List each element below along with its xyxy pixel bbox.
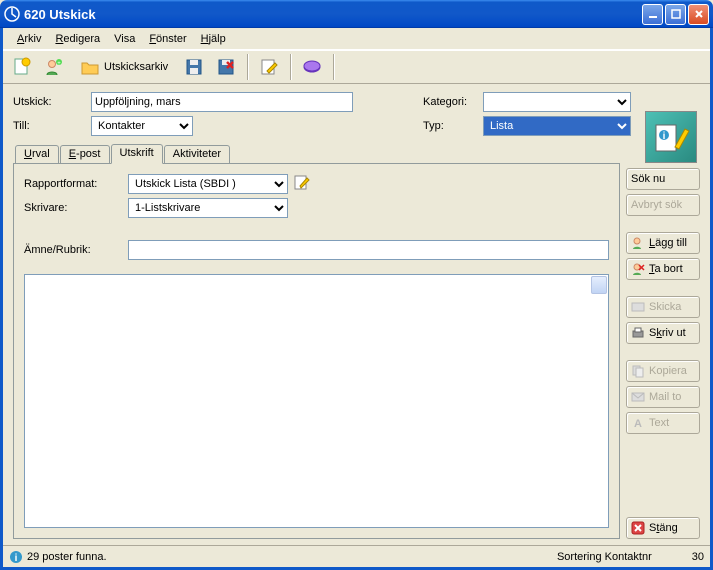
skrivare-label: Skrivare: <box>24 202 128 214</box>
utskicksarkiv-label: Utskicksarkiv <box>104 61 168 73</box>
add-user-icon[interactable]: + <box>41 54 67 80</box>
tab-urval[interactable]: Urval <box>15 145 59 163</box>
tab-panel-utskrift: Rapportformat: Utskick Lista (SBDI ) Skr… <box>13 163 620 539</box>
window-title: 620 Utskick <box>24 7 642 22</box>
mailto-button: Mail to <box>626 386 700 408</box>
svg-text:+: + <box>57 61 61 67</box>
app-icon <box>4 6 20 22</box>
tab-epost[interactable]: E-post <box>60 145 110 163</box>
status-count: 30 <box>692 551 704 563</box>
body-textarea[interactable] <box>24 274 609 528</box>
svg-text:i: i <box>15 553 18 564</box>
sok-nu-button[interactable]: Sök nu <box>626 168 700 190</box>
user-add-icon <box>631 236 645 250</box>
menu-fonster[interactable]: Fönster <box>143 31 192 47</box>
send-icon <box>631 300 645 314</box>
status-info-icon: i <box>9 550 23 564</box>
till-select[interactable]: Kontakter <box>91 116 193 136</box>
tab-aktiviteter[interactable]: Aktiviteter <box>164 145 230 163</box>
delete-icon[interactable] <box>213 54 239 80</box>
utskick-input[interactable] <box>91 92 353 112</box>
edit-icon[interactable] <box>256 54 282 80</box>
edit-report-icon[interactable] <box>294 175 310 194</box>
status-message: 29 poster funna. <box>27 551 557 563</box>
copy-icon <box>631 364 645 378</box>
close-icon <box>631 521 645 535</box>
text-icon: A <box>631 416 645 430</box>
minimize-button[interactable] <box>642 4 663 25</box>
menubar: Arkiv Redigera Visa Fönster Hjälp <box>3 28 710 50</box>
svg-text:A: A <box>634 418 642 430</box>
menu-hjalp[interactable]: Hjälp <box>195 31 232 47</box>
amne-input[interactable] <box>128 240 609 260</box>
menu-arkiv[interactable]: Arkiv <box>11 31 47 47</box>
section-illustration: i <box>645 111 697 163</box>
action-sidebar: Sök nu Avbryt sök Lägg till Ta bort Skic… <box>626 144 700 539</box>
utskicksarkiv-button[interactable]: Utskicksarkiv <box>73 54 175 80</box>
mail-icon <box>631 390 645 404</box>
typ-select[interactable]: Lista <box>483 116 631 136</box>
titlebar: 620 Utskick <box>0 0 713 28</box>
skrivare-select[interactable]: 1-Listskrivare <box>128 198 288 218</box>
scrollbar-thumb[interactable] <box>591 276 607 294</box>
save-icon[interactable] <box>181 54 207 80</box>
rapportformat-select[interactable]: Utskick Lista (SBDI ) <box>128 174 288 194</box>
svg-text:i: i <box>663 131 666 142</box>
utskick-label: Utskick: <box>13 96 91 108</box>
tab-utskrift[interactable]: Utskrift <box>111 144 163 164</box>
ta-bort-button[interactable]: Ta bort <box>626 258 700 280</box>
close-button[interactable] <box>688 4 709 25</box>
menu-redigera[interactable]: Redigera <box>49 31 106 47</box>
printer-icon <box>631 326 645 340</box>
status-sort: Sortering Kontaktnr <box>557 551 652 563</box>
typ-label: Typ: <box>423 120 483 132</box>
kopiera-button: Kopiera <box>626 360 700 382</box>
rapportformat-label: Rapportformat: <box>24 178 128 190</box>
header-fields: Utskick: Kategori: Till: Kontakter Typ: … <box>3 84 710 144</box>
kategori-label: Kategori: <box>423 96 483 108</box>
user-remove-icon <box>631 262 645 276</box>
maximize-button[interactable] <box>665 4 686 25</box>
amne-label: Ämne/Rubrik: <box>24 244 128 256</box>
toolbar: + Utskicksarkiv <box>3 50 710 84</box>
menu-visa[interactable]: Visa <box>108 31 141 47</box>
till-label: Till: <box>13 120 91 132</box>
stang-button[interactable]: Stäng <box>626 517 700 539</box>
tab-bar: Urval E-post Utskrift Aktiviteter <box>13 144 620 164</box>
statusbar: i 29 poster funna. Sortering Kontaktnr 3… <box>3 545 710 567</box>
lagg-till-button[interactable]: Lägg till <box>626 232 700 254</box>
kategori-select[interactable] <box>483 92 631 112</box>
avbryt-sok-button: Avbryt sök <box>626 194 700 216</box>
skriv-ut-button[interactable]: Skriv ut <box>626 322 700 344</box>
text-button: AText <box>626 412 700 434</box>
new-document-icon[interactable] <box>9 54 35 80</box>
help-icon[interactable] <box>299 54 325 80</box>
skicka-button: Skicka <box>626 296 700 318</box>
